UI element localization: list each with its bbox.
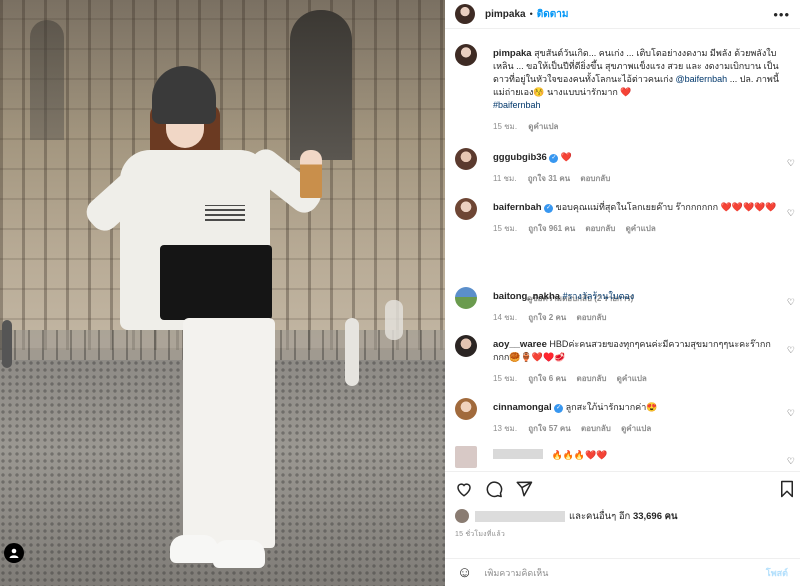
avatar[interactable] [455, 335, 477, 357]
avatar[interactable] [455, 287, 477, 309]
reply-button[interactable]: ตอบกลับ [577, 374, 607, 383]
comment-likes[interactable]: ถูกใจ 57 คน [528, 424, 570, 433]
like-comment-icon[interactable]: ♡ [787, 208, 795, 219]
reply-button[interactable]: ตอบกลับ [577, 313, 607, 322]
comment-likes[interactable]: ถูกใจ 31 คน [528, 174, 570, 183]
background-person [385, 300, 403, 340]
comment-time[interactable]: 11 ชม. [493, 174, 516, 183]
reply-button[interactable]: ตอบกลับ [581, 424, 611, 433]
caption-hashtag[interactable]: #baifernbah [493, 100, 541, 110]
background-person [345, 318, 359, 386]
blurred-username [475, 510, 565, 522]
comment-username[interactable]: cinnamongal [493, 402, 552, 413]
cathedral-window [30, 20, 64, 140]
post-panel: pimpaka • ติดตาม ••• pimpaka สุขสันต์วัน… [445, 0, 800, 586]
more-options-icon[interactable]: ••• [773, 7, 790, 22]
comment-input[interactable] [484, 567, 715, 578]
post-header: pimpaka • ติดตาม ••• [445, 0, 800, 29]
comment-time[interactable]: 14 ชม. [493, 313, 517, 322]
comment-time[interactable]: 13 ชม. [493, 424, 517, 433]
follow-button[interactable]: ติดตาม [537, 7, 569, 22]
background-person [2, 320, 12, 368]
avatar[interactable] [455, 4, 475, 24]
add-comment-bar: ☺ โพสต์ [445, 558, 800, 586]
verified-icon: ✓ [549, 154, 559, 163]
reply-button[interactable]: ตอบกลับ [585, 224, 615, 233]
comment-username[interactable]: baitong_nakha [493, 291, 560, 302]
avatar[interactable] [455, 198, 477, 220]
reply-button[interactable]: ตอบกลับ [580, 174, 610, 183]
author-username[interactable]: pimpaka [485, 9, 526, 20]
comment-likes[interactable]: ถูกใจ 2 คน [528, 313, 566, 322]
caption-mention[interactable]: @baifernbah [676, 74, 728, 84]
comments-list[interactable]: pimpaka สุขสันต์วันเกิด... คนเก่ง ... เต… [445, 30, 800, 470]
blurred-username [493, 449, 543, 459]
comment-username[interactable]: gggubgib36 [493, 152, 547, 163]
post-comment-button[interactable]: โพสต์ [766, 566, 788, 580]
comment-icon[interactable] [485, 480, 503, 498]
like-comment-icon[interactable]: ♡ [787, 456, 795, 467]
ice-cream-cone [300, 150, 322, 198]
like-comment-icon[interactable]: ♡ [787, 158, 795, 169]
comment-text: ❤️ [560, 152, 573, 162]
avatar[interactable] [455, 148, 477, 170]
translate-link[interactable]: ดูคำแปล [626, 224, 656, 233]
comment-likes[interactable]: ถูกใจ 6 คน [528, 374, 566, 383]
like-comment-icon[interactable]: ♡ [787, 297, 795, 308]
translate-link[interactable]: ดูคำแปล [528, 122, 558, 131]
comment-likes[interactable]: ถูกใจ 961 คน [528, 224, 575, 233]
cathedral-window [290, 10, 352, 160]
post-photo[interactable] [0, 0, 445, 586]
avatar[interactable] [455, 44, 477, 66]
likes-text: และคนอื่นๆ อีก [569, 510, 631, 522]
action-bar [445, 471, 800, 507]
comment-time[interactable]: 15 ชม. [493, 374, 517, 383]
likes-summary[interactable]: และคนอื่นๆ อีก 33,696 คน [455, 507, 795, 525]
comment-hashtag[interactable]: #รางวัลร้านใบตอง [563, 291, 635, 301]
translate-link[interactable]: ดูคำแปล [621, 424, 651, 433]
like-comment-icon[interactable]: ♡ [787, 408, 795, 419]
comment-text: 🔥🔥🔥❤️❤️ [551, 450, 608, 460]
verified-icon: ✓ [554, 404, 564, 413]
comment-username[interactable]: baifernbah [493, 202, 542, 213]
comment-text: ลูกสะใภ้น่ารักมากค่า😍 [565, 402, 658, 412]
post-timestamp[interactable]: 15 ชั่วโมงที่แล้ว [455, 529, 505, 540]
comment-time[interactable]: 15 ชม. [493, 224, 517, 233]
caption-time[interactable]: 15 ชม. [493, 122, 517, 131]
bookmark-icon[interactable] [778, 480, 796, 498]
avatar [455, 509, 469, 523]
avatar[interactable] [455, 398, 477, 420]
verified-icon: ✓ [544, 204, 554, 213]
caption-username[interactable]: pimpaka [493, 48, 532, 59]
likes-count[interactable]: 33,696 คน [633, 509, 678, 524]
share-icon[interactable] [515, 480, 533, 498]
user-tag-icon[interactable] [4, 543, 24, 563]
emoji-icon[interactable]: ☺ [457, 564, 472, 581]
translate-link[interactable]: ดูคำแปล [617, 374, 647, 383]
avatar[interactable] [455, 446, 477, 468]
separator-dot: • [529, 9, 533, 19]
comment-text: ขอบคุณแม่ที่สุดในโลกเยยค๊าบ ร๊ากกกกกก ❤️… [555, 202, 777, 212]
heart-icon[interactable] [455, 480, 473, 498]
like-comment-icon[interactable]: ♡ [787, 345, 795, 356]
comment-username[interactable]: aoy__waree [493, 339, 547, 350]
